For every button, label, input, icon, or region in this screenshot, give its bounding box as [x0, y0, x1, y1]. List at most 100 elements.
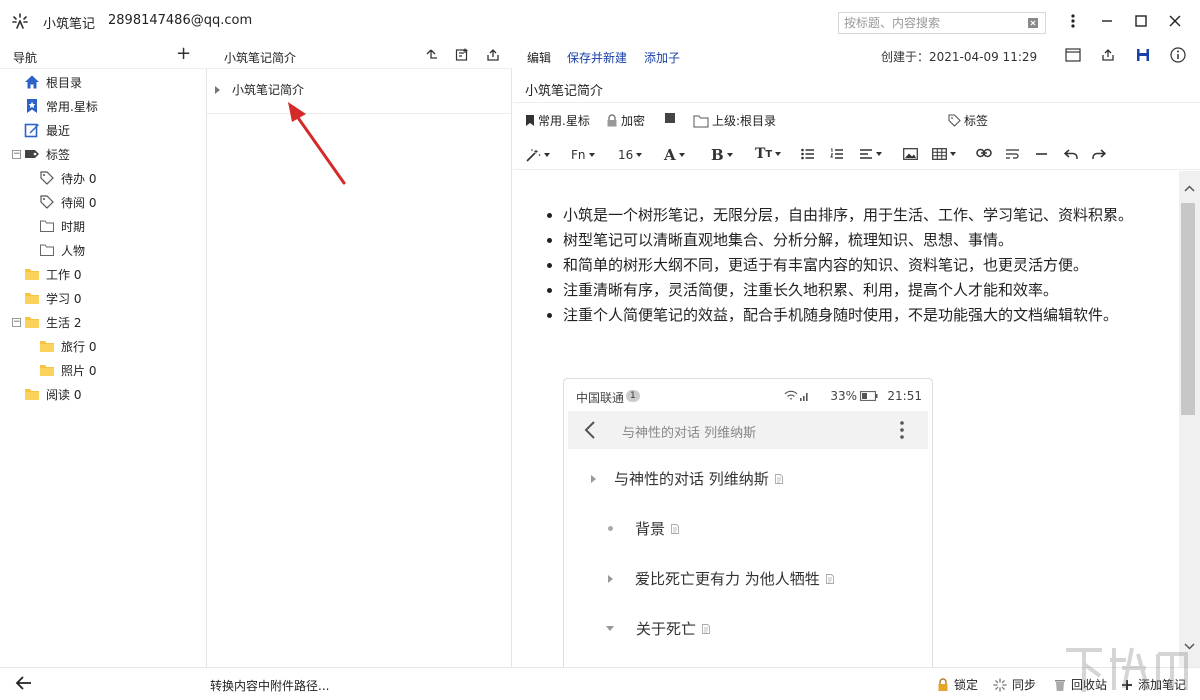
nav-add-icon[interactable]: + [176, 45, 191, 63]
battery-icon [860, 391, 878, 401]
nav-item-root[interactable]: 根目录 [24, 71, 82, 93]
numbered-list-icon[interactable] [830, 148, 844, 160]
redo-icon[interactable] [1092, 148, 1106, 160]
tags-collapse-icon[interactable]: − [12, 150, 21, 159]
font-family-select[interactable]: Fn [571, 148, 595, 162]
bullet-list-icon[interactable] [801, 148, 815, 160]
nav-item-recent[interactable]: 最近 [24, 119, 70, 141]
encrypt-toggle[interactable]: 加密 [606, 112, 645, 129]
edit-recent-icon [24, 122, 40, 138]
list-item: 注重清晰有序，灵活简便，注重长久地积累、利用，提高个人才能和效率。 [563, 278, 1143, 303]
phone-carrier: 中国联通 [576, 391, 625, 405]
list-item: 注重个人简便笔记的效益，配合手机随身随时使用，不是功能强大的文档编辑软件。 [563, 303, 1143, 328]
more-menu-icon[interactable] [1063, 11, 1083, 31]
phone-app-bar: 与神性的对话 列维纳斯 [568, 411, 928, 449]
nav-item-todo[interactable]: 待办 0 [39, 167, 96, 189]
save-icon[interactable] [1134, 46, 1152, 64]
nav-item-starred[interactable]: 常用.星标 [24, 95, 98, 117]
phone-row-label: 爱比死亡更有力 为他人牺牲 [635, 570, 820, 588]
phone-app-bar-title: 与神性的对话 列维纳斯 [622, 426, 757, 441]
bold-icon[interactable]: B [711, 146, 733, 164]
nav-item-people[interactable]: 人物 [39, 239, 85, 261]
add-child-button[interactable]: 添加子 [644, 49, 680, 66]
nav-item-study[interactable]: 学习 0 [24, 287, 81, 309]
nav-item-life[interactable]: 生活 2 [24, 311, 81, 333]
nav-item-reading[interactable]: 阅读 0 [24, 383, 81, 405]
created-at-label: 创建于：2021-04-09 11:29 [881, 50, 1038, 64]
life-collapse-icon[interactable]: − [12, 318, 21, 327]
nav-item-photos[interactable]: 照片 0 [39, 359, 96, 381]
minimize-icon[interactable] [1097, 11, 1117, 31]
scroll-up-icon[interactable] [1184, 185, 1195, 192]
phone-time: 21:51 [887, 389, 922, 403]
lock-button[interactable]: 锁定 [937, 676, 978, 693]
nav-item-tags[interactable]: 标签 [24, 143, 70, 165]
font-size-select[interactable]: 16 [618, 148, 643, 162]
new-note-icon[interactable] [453, 46, 471, 64]
parent-folder[interactable]: 上级:根目录 [693, 112, 776, 129]
editor-content[interactable]: 小筑是一个树形笔记，无限分层，自由排序，用于生活、工作、学习笔记、资料积累。 树… [513, 171, 1179, 667]
move-up-level-icon[interactable] [423, 46, 441, 64]
folder-icon [39, 362, 55, 378]
tags-button[interactable]: 标签 [948, 112, 988, 129]
title-bar: 小筑笔记 2898147486@qq.com [0, 0, 1200, 42]
info-icon[interactable] [1169, 46, 1187, 64]
folder-icon [24, 314, 40, 330]
text-style-icon[interactable]: TT [755, 146, 782, 162]
magic-format-icon[interactable] [525, 148, 550, 162]
insert-link-icon[interactable] [976, 148, 992, 158]
sync-button[interactable]: 同步 [993, 676, 1036, 693]
sync-label: 同步 [1012, 678, 1037, 692]
status-message: 转换内容中附件路径... [210, 679, 330, 693]
tree-panel: 小筑笔记简介 [207, 68, 512, 667]
font-color-icon[interactable]: A [664, 146, 685, 164]
document-icon [825, 573, 834, 584]
user-email: 2898147486@qq.com [108, 13, 253, 28]
phone-tree-row: 关于死亡 [606, 618, 710, 639]
maximize-icon[interactable] [1131, 11, 1151, 31]
nav-item-work[interactable]: 工作 0 [24, 263, 81, 285]
nav-item-label: 生活 2 [46, 315, 82, 330]
edit-button[interactable]: 编辑 [527, 49, 551, 66]
star-toggle[interactable]: 常用.星标 [525, 112, 590, 129]
export-icon[interactable] [484, 46, 502, 64]
horizontal-rule-icon[interactable] [1035, 148, 1048, 160]
caret-right-icon [591, 474, 596, 483]
folder-icon [24, 290, 40, 306]
note-title[interactable]: 小筑笔记简介 [525, 80, 603, 99]
lock-label: 锁定 [954, 678, 979, 692]
nav-item-label: 工作 0 [46, 267, 82, 282]
search-input[interactable] [844, 15, 1019, 31]
nav-item-period[interactable]: 时期 [39, 215, 85, 237]
list-item: 和简单的树形大纲不同，更适于有丰富内容的知识、资料笔记，也更灵活方便。 [563, 253, 1143, 278]
back-arrow-icon[interactable] [15, 675, 33, 691]
tag-outline-icon [39, 194, 55, 210]
align-icon[interactable] [859, 148, 882, 160]
search-clear-icon[interactable] [1027, 17, 1039, 29]
app-title: 小筑笔记 [43, 17, 96, 32]
close-icon[interactable] [1165, 11, 1185, 31]
nav-item-label: 阅读 0 [46, 387, 82, 402]
insert-image-icon[interactable] [903, 148, 918, 160]
undo-icon[interactable] [1064, 148, 1078, 160]
search-box[interactable] [838, 12, 1046, 34]
phone-sim-badge: 1 [626, 390, 640, 402]
editor-scrollbar[interactable] [1179, 171, 1200, 667]
layout-toggle-icon[interactable] [1064, 46, 1082, 64]
folder-icon [24, 266, 40, 282]
nav-item-to-read[interactable]: 待阅 0 [39, 191, 96, 213]
caret-right-icon[interactable] [215, 85, 220, 94]
share-icon[interactable] [1099, 46, 1117, 64]
phone-battery: 33% [830, 389, 878, 403]
folder-outline-icon [39, 242, 55, 258]
scroll-thumb[interactable] [1181, 203, 1195, 415]
parent-label: 上级:根目录 [712, 114, 777, 128]
color-square-icon[interactable] [664, 112, 676, 124]
save-and-new-button[interactable]: 保存并新建 [567, 49, 627, 66]
text-wrap-icon[interactable] [1005, 148, 1020, 160]
nav-item-travel[interactable]: 旅行 0 [39, 335, 96, 357]
nav-item-label: 学习 0 [46, 291, 82, 306]
nav-item-label: 人物 [61, 243, 86, 258]
document-icon [671, 523, 679, 534]
insert-table-icon[interactable] [932, 148, 956, 160]
